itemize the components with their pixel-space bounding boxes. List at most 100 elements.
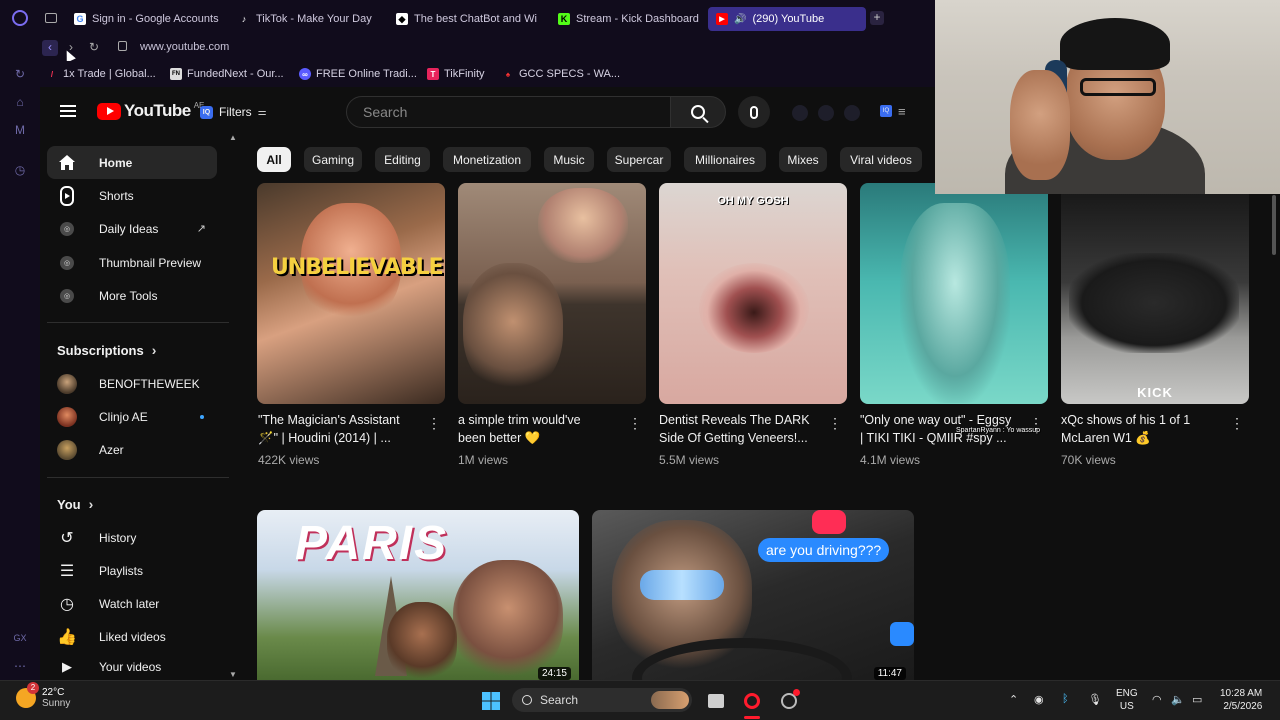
url-field[interactable]: www.youtube.com (140, 41, 229, 53)
sidebar-item-benoftheweek[interactable]: BENOFTHEWEEK (47, 367, 217, 400)
tab-youtube[interactable]: ▶ 🔊 (290) YouTube (708, 7, 866, 31)
search-highlight-icon (651, 691, 689, 709)
chip-mixes[interactable]: Mixes (779, 147, 827, 172)
reload-button[interactable]: ↻ (86, 40, 102, 56)
tab-tiktok[interactable]: ♪ TikTok - Make Your Day (230, 7, 380, 31)
tray-app-icon[interactable]: ◉ (1034, 693, 1044, 706)
chip-viral-videos[interactable]: Viral videos (840, 147, 922, 172)
video-title[interactable]: xQc shows of his 1 of 1 McLaren W1 💰 (1061, 411, 1226, 447)
opera-logo-icon[interactable] (12, 10, 28, 26)
sidebar-item-clinjo-ae[interactable]: Clinjo AE (47, 400, 217, 433)
volume-icon[interactable]: 🔈 (1171, 693, 1185, 706)
bluetooth-icon[interactable]: ᛒ (1062, 693, 1069, 705)
windows-start-icon[interactable] (480, 690, 502, 712)
sidebar-item-azer[interactable]: Azer (47, 433, 217, 466)
sidebar-scroll-down-icon[interactable]: ▼ (229, 670, 237, 679)
you-heading[interactable]: You › (57, 496, 93, 512)
menu-icon[interactable] (60, 105, 76, 117)
video-thumbnail[interactable]: PARIS 24:15 (257, 510, 579, 680)
sidebar-item-shorts[interactable]: Shorts (47, 179, 217, 212)
list-icon[interactable]: ≡ (898, 104, 906, 119)
bookmark-1xtrade[interactable]: / 1x Trade | Global... (46, 66, 156, 82)
more-icon[interactable]: ⋯ (12, 659, 28, 675)
page-scrollbar[interactable] (1272, 195, 1276, 255)
subscriptions-heading[interactable]: Subscriptions › (57, 342, 156, 358)
video-thumbnail[interactable]: KICK (1061, 183, 1249, 404)
video-title[interactable]: "The Magician's Assistant 🪄" | Houdini (… (258, 411, 423, 447)
sidebar-item-label: Daily Ideas (99, 221, 159, 236)
back-button[interactable]: ‹ (42, 40, 58, 56)
extension-dot[interactable] (792, 105, 808, 121)
sidebar-item-playlists[interactable]: ☰ Playlists (47, 554, 217, 587)
sidebar-item-more-tools[interactable]: ◎ More Tools (47, 279, 217, 312)
search-input[interactable]: Search (346, 96, 671, 128)
tab-switcher-icon[interactable] (45, 13, 57, 23)
tab-google-accounts[interactable]: G Sign in - Google Accounts (66, 7, 226, 31)
sidebar-item-watch-later[interactable]: ◷ Watch later (47, 587, 217, 620)
wifi-icon[interactable]: ◠ (1152, 693, 1162, 706)
bookmark-gcc-specs[interactable]: ♠ GCC SPECS - WA... (502, 66, 620, 82)
bookmark-fundednext[interactable]: FN FundedNext - Our... (170, 66, 284, 82)
extension-dot[interactable] (818, 105, 834, 121)
language-indicator[interactable]: ENG US (1116, 687, 1138, 713)
messenger-icon[interactable]: M (12, 123, 28, 139)
sidebar-item-home[interactable]: Home (47, 146, 217, 179)
video-title[interactable]: a simple trim would've been better 💛 (458, 411, 623, 447)
app-icon[interactable] (778, 689, 800, 712)
voice-search-button[interactable] (738, 96, 770, 128)
filters-button[interactable]: IQ Filters ⚌ (200, 101, 267, 123)
tray-overflow-icon[interactable]: ⌃ (1009, 693, 1018, 706)
video-thumbnail[interactable]: are you driving??? 11:47 (592, 510, 914, 680)
bookmark-tikfinity[interactable]: T TikFinity (427, 66, 485, 82)
sidebar-item-label: Liked videos (99, 629, 166, 644)
sidebar-item-daily-ideas[interactable]: ◎ Daily Ideas ↗ (47, 212, 217, 245)
video-title[interactable]: Dentist Reveals The DARK Side Of Getting… (659, 411, 824, 447)
more-options-icon[interactable]: ⋮ (427, 416, 441, 430)
chip-supercar[interactable]: Supercar (607, 147, 671, 172)
tab-kick[interactable]: K Stream - Kick Dashboard (550, 7, 700, 31)
chip-gaming[interactable]: Gaming (304, 147, 362, 172)
sidebar-item-history[interactable]: ↺ History (47, 521, 217, 554)
watch-later-icon: ◷ (60, 595, 74, 613)
chip-editing[interactable]: Editing (375, 147, 430, 172)
battery-icon[interactable]: ▭ (1192, 693, 1202, 706)
history-sidebar-icon[interactable]: ↻ (12, 67, 28, 83)
chip-all[interactable]: All (257, 147, 291, 172)
sidebar-item-label: Playlists (99, 563, 144, 578)
new-tab-button[interactable]: + (870, 11, 884, 25)
bookmark-free-trading[interactable]: ∞ FREE Online Tradi... (299, 66, 417, 82)
sidebar-scroll-up-icon[interactable]: ▲ (229, 133, 237, 142)
more-options-icon[interactable]: ⋮ (1029, 416, 1043, 430)
video-thumbnail[interactable] (458, 183, 646, 404)
sidebar-item-liked-videos[interactable]: 👍 Liked videos (47, 620, 217, 653)
language-code: ENG (1116, 688, 1138, 699)
more-options-icon[interactable]: ⋮ (628, 416, 642, 430)
video-thumbnail[interactable] (860, 183, 1048, 404)
video-thumbnail[interactable]: UNBELIEVABLE! (257, 183, 445, 404)
gx-icon[interactable]: GX (12, 633, 28, 649)
chip-monetization[interactable]: Monetization (443, 147, 531, 172)
more-options-icon[interactable]: ⋮ (1230, 416, 1244, 430)
opera-gx-icon[interactable] (741, 690, 763, 712)
chip-music[interactable]: Music (544, 147, 594, 172)
vidiq-extension-icon[interactable]: IQ (880, 105, 892, 117)
tab-chatbot[interactable]: ◆ The best ChatBot and Wi (388, 7, 538, 31)
sidebar-item-your-videos[interactable]: ▶ Your videos (47, 654, 217, 680)
youtube-logo[interactable]: YouTube AE (97, 101, 204, 121)
video-title-line: McLaren W1 💰 (1061, 431, 1151, 445)
taskbar-search[interactable]: Search (512, 688, 692, 712)
sidebar-item-thumbnail-preview[interactable]: ◎ Thumbnail Preview (47, 246, 217, 279)
speaker-icon[interactable]: 🔊 (734, 14, 746, 25)
video-thumbnail[interactable]: OH MY GOSH (659, 183, 847, 404)
clock[interactable]: 10:28 AM 2/5/2026 (1220, 687, 1262, 713)
weather-widget[interactable]: 2 22°C Sunny (16, 682, 70, 709)
extension-dot[interactable] (844, 105, 860, 121)
file-explorer-icon[interactable] (705, 690, 727, 712)
more-options-icon[interactable]: ⋮ (828, 416, 842, 430)
microphone-tray-icon[interactable]: 🎙 (1088, 693, 1102, 706)
chip-millionaires[interactable]: Millionaires (684, 147, 766, 172)
search-button[interactable] (670, 96, 726, 128)
clock-icon[interactable]: ◷ (12, 163, 28, 179)
tab-label: Stream - Kick Dashboard (576, 13, 699, 25)
aria-icon[interactable]: ⌂ (12, 95, 28, 111)
